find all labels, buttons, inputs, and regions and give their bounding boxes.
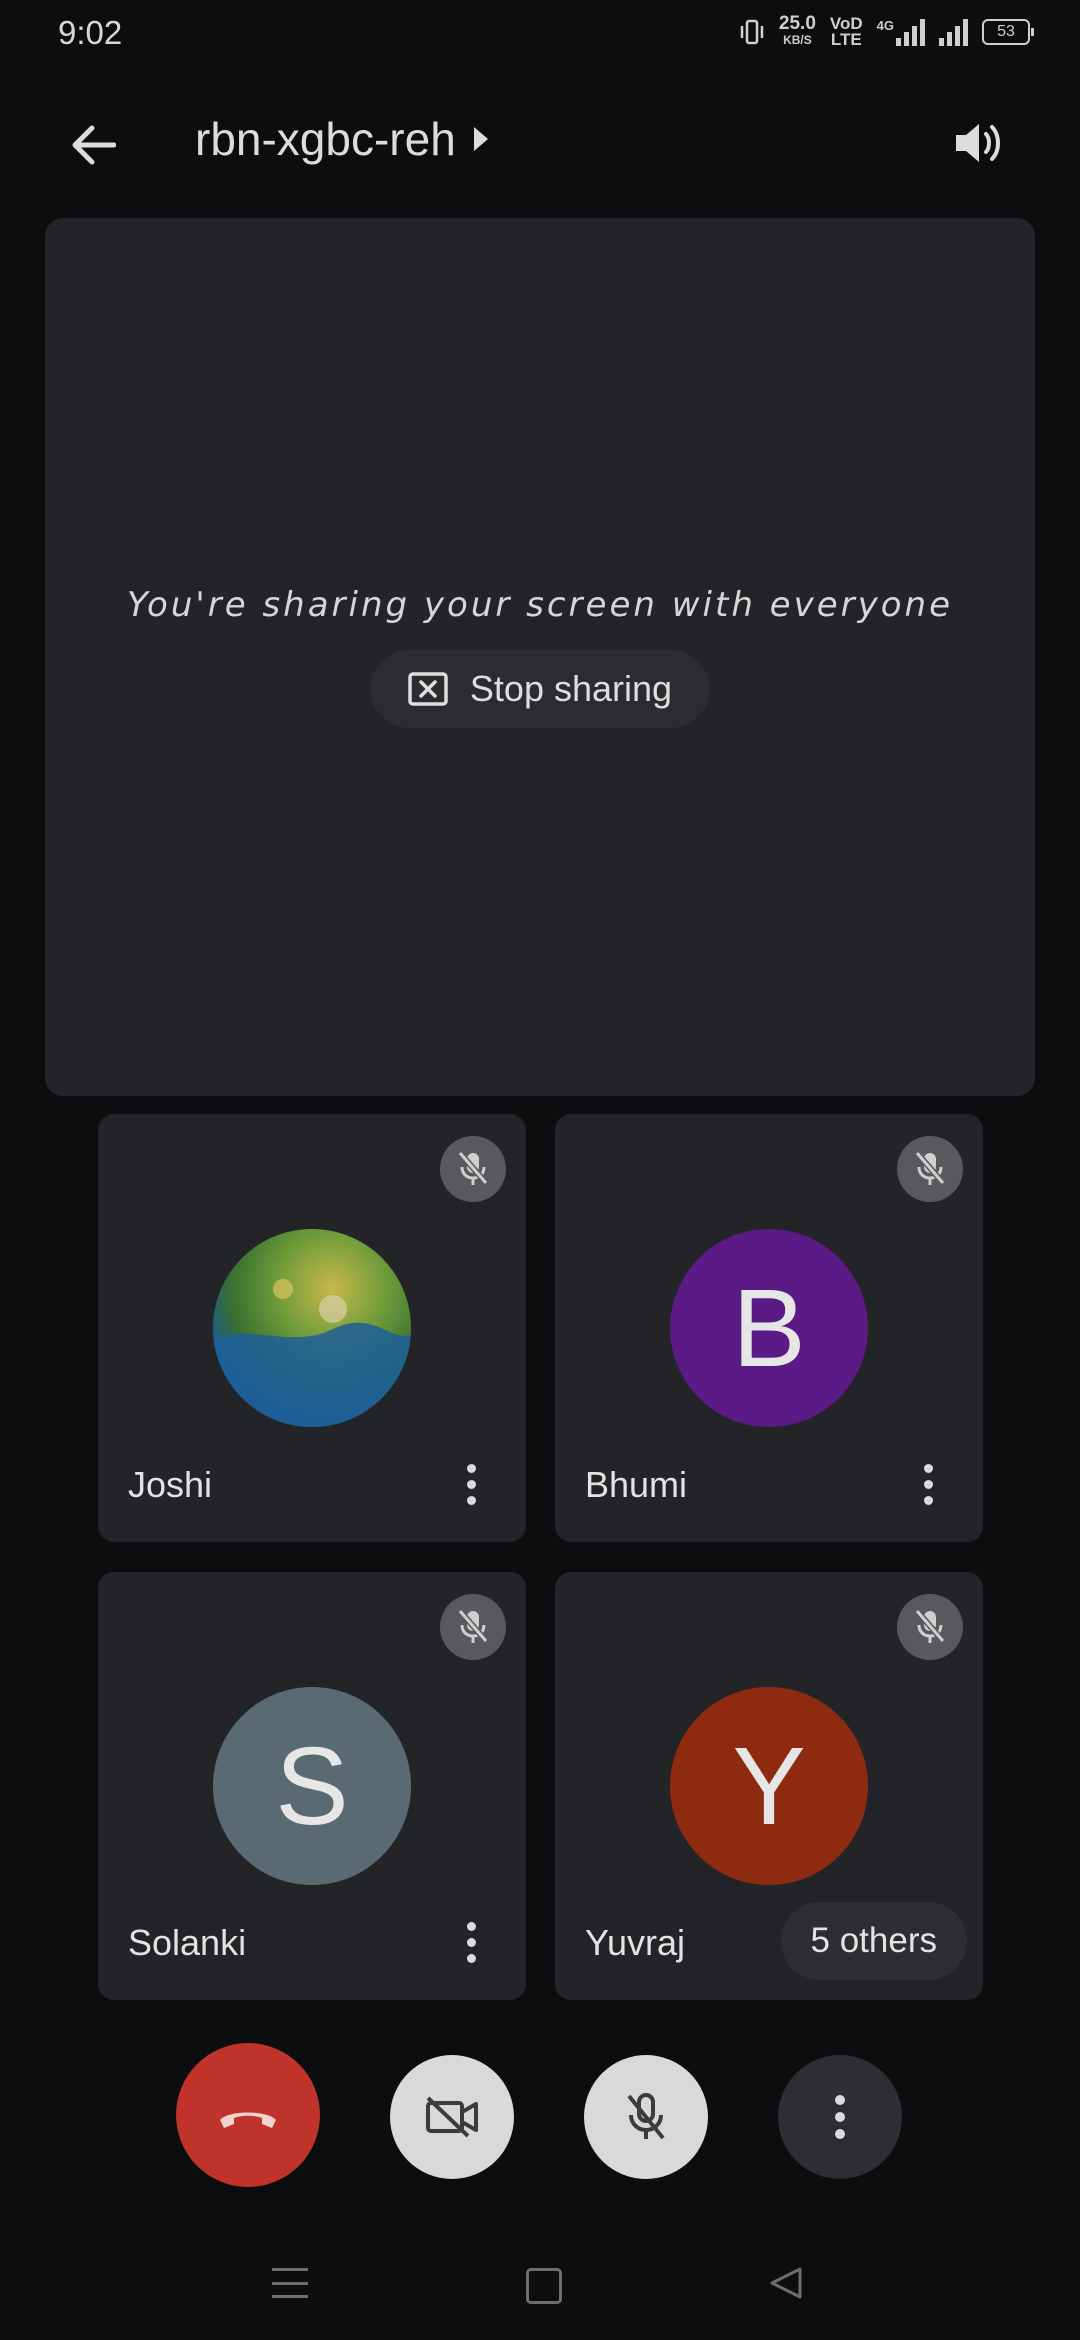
volte-indicator: VoD LTE [830,15,863,49]
participant-tile-joshi[interactable]: Joshi [98,1114,526,1542]
meeting-title[interactable]: rbn-xgbc-reh [195,112,488,166]
back-button[interactable] [58,110,128,180]
more-options-button[interactable] [451,1912,491,1972]
arrow-back-icon [72,125,116,165]
mic-off-badge [897,1594,963,1660]
stop-share-icon [408,672,448,706]
mic-off-icon [457,1609,489,1643]
mic-off-icon [914,1609,946,1643]
net-speed-unit: KB/S [783,33,812,47]
avatar-initial: B [670,1229,868,1427]
camera-toggle-button[interactable] [390,2055,514,2179]
signal-icon-2 [939,18,968,46]
mic-off-icon [627,2093,665,2140]
meeting-code: rbn-xgbc-reh [195,113,456,165]
participant-tile-yuvraj[interactable]: Y Yuvraj 5 others [555,1572,983,2000]
battery-icon: 53 [982,19,1034,45]
participant-name: Bhumi [585,1464,688,1505]
menu-icon[interactable] [272,2268,308,2298]
volte-bottom: LTE [830,30,862,49]
net-speed-value: 25.0 [778,13,816,34]
signal-4g: 4G [877,18,925,46]
avatar-photo [213,1229,411,1427]
signal-icon [896,18,925,46]
net-speed: 25.0 KB/S [778,13,816,48]
speaker-icon [956,124,1000,162]
call-end-icon [220,2112,276,2128]
end-call-button[interactable] [176,2043,320,2187]
avatar-initial: Y [670,1687,868,1885]
participant-name: Yuvraj [585,1922,686,1963]
sharing-message: You're sharing your screen with everyone [127,585,953,625]
more-options-button[interactable] [778,2055,902,2179]
participant-tile-solanki[interactable]: S Solanki [98,1572,526,2000]
participant-tile-bhumi[interactable]: B Bhumi [555,1114,983,1542]
mic-off-icon [457,1151,489,1185]
more-options-button[interactable] [908,1454,948,1514]
mic-off-icon [914,1151,946,1185]
more-vert-icon [835,2095,845,2139]
participant-name: Joshi [128,1464,213,1505]
home-icon[interactable] [526,2268,562,2304]
mic-off-badge [440,1136,506,1202]
landscape-photo-icon [213,1279,411,1427]
net-type: 4G [876,18,894,33]
others-chip[interactable]: 5 others [780,1902,967,1980]
videocam-off-icon [426,2096,478,2138]
participant-name: Solanki [128,1922,247,1963]
speaker-button[interactable] [940,105,1016,181]
status-icons: 25.0 KB/S VoD LTE 4G 53 [739,13,1034,49]
caret-right-icon [473,127,488,151]
back-triangle-icon[interactable] [768,2266,804,2305]
status-time: 9:02 [58,14,123,51]
more-options-button[interactable] [451,1454,491,1514]
mic-off-badge [897,1136,963,1202]
mic-off-badge [440,1594,506,1660]
vibrate-icon [740,19,764,45]
mic-toggle-button[interactable] [584,2055,708,2179]
stop-sharing-label: Stop sharing [469,668,673,709]
avatar-initial: S [213,1687,411,1885]
stop-sharing-button[interactable]: Stop sharing [370,650,710,728]
